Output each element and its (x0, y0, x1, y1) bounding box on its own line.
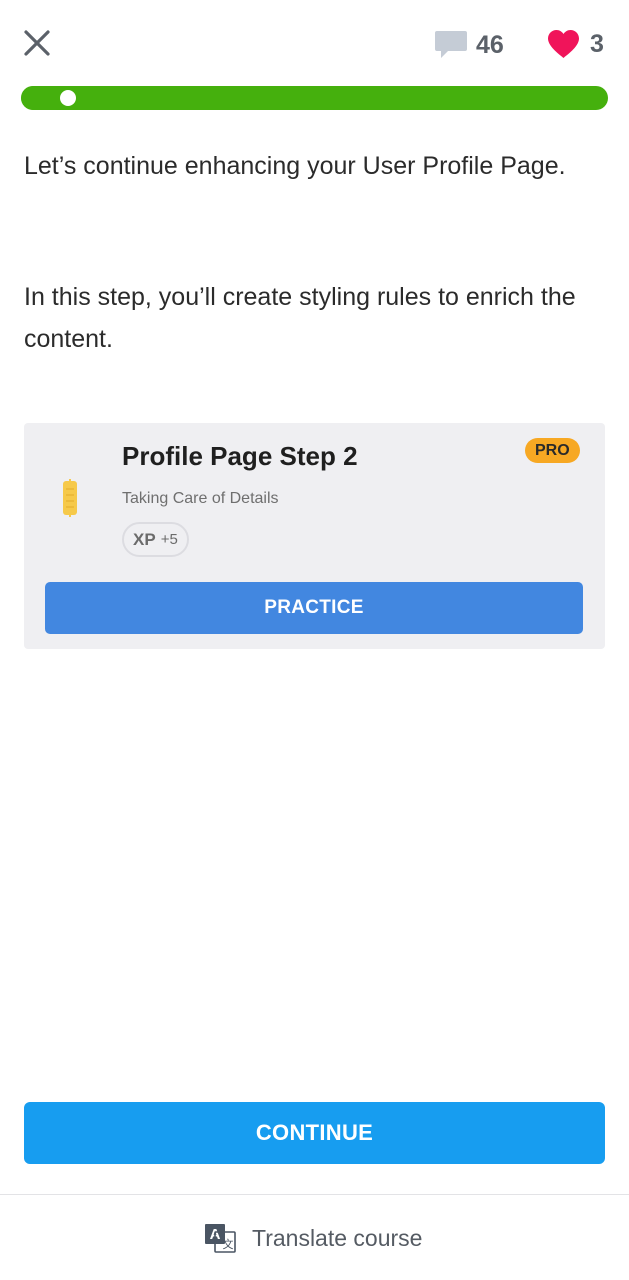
translate-icon: A 文 (205, 1224, 236, 1253)
lesson-subtitle: Taking Care of Details (122, 490, 279, 507)
lesson-progress-bar (21, 86, 608, 110)
close-icon (24, 30, 50, 56)
comment-icon (435, 31, 467, 58)
xp-amount: +5 (160, 531, 178, 548)
intro-text: Let’s continue enhancing your User Profi… (24, 152, 566, 180)
lesson-screen: 46 3 Let’s continue enhancing your User … (0, 0, 629, 1280)
continue-button[interactable]: CONTINUE (24, 1102, 605, 1164)
practice-button[interactable]: PRACTICE (45, 582, 583, 634)
lesson-title: Profile Page Step 2 (122, 441, 358, 471)
footer-divider (0, 1194, 629, 1195)
code-block-icon (63, 479, 77, 517)
step-description: In this step, you’ll create styling rule… (24, 283, 576, 353)
svg-text:文: 文 (223, 1237, 234, 1251)
comments-button[interactable]: 46 (434, 28, 504, 62)
progress-knob (59, 90, 76, 106)
close-button[interactable] (20, 26, 54, 60)
translate-course-button[interactable]: A 文 Translate course (204, 1218, 422, 1258)
pro-badge: PRO (525, 438, 580, 463)
xp-label: XP (133, 529, 156, 549)
hearts-count: 3 (590, 29, 604, 58)
heart-icon (548, 30, 579, 58)
translate-course-label: Translate course (252, 1224, 423, 1251)
hearts-indicator[interactable]: 3 (547, 27, 604, 61)
comments-count: 46 (476, 30, 504, 59)
lesson-card: Profile Page Step 2 Taking Care of Detai… (24, 423, 605, 649)
xp-reward-badge: XP +5 (122, 522, 189, 557)
